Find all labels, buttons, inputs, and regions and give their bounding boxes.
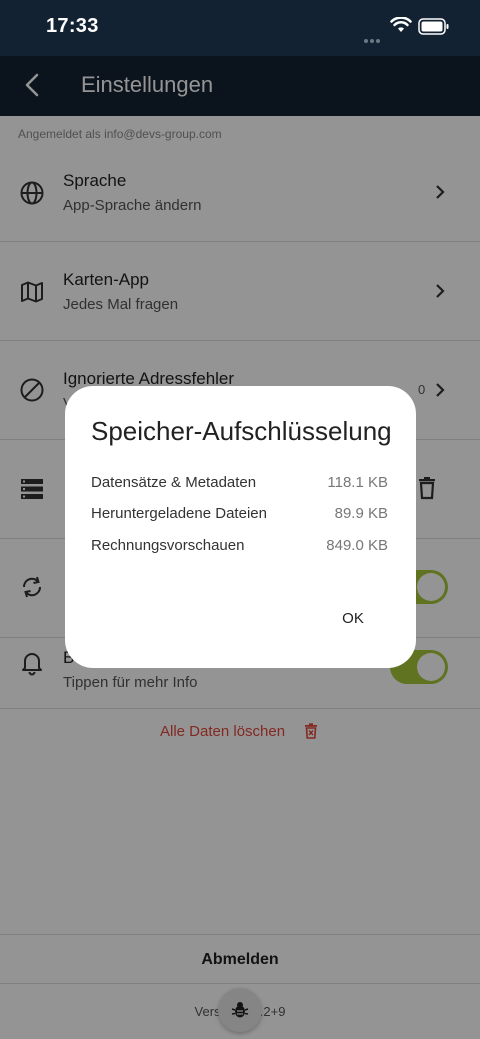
dialog-ok-button[interactable]: OK [329,604,377,634]
storage-row-value: 849.0 KB [326,537,388,554]
status-bar: 17:33 [0,0,480,61]
battery-icon [418,18,449,35]
storage-row-label: Rechnungsvorschauen [91,537,245,554]
storage-row-label: Datensätze & Metadaten [91,474,257,491]
wifi-icon [390,17,412,32]
dialog-title: Speicher-Aufschlüsselung [91,416,392,446]
storage-row-value: 89.9 KB [334,505,388,522]
status-time: 17:33 [46,15,99,37]
storage-row-label: Heruntergeladene Dateien [91,505,267,522]
signal-dots-icon [364,30,386,61]
storage-row-value: 118.1 KB [327,474,388,491]
storage-breakdown-dialog: Speicher-Aufschlüsselung Datensätze & Me… [65,386,416,668]
